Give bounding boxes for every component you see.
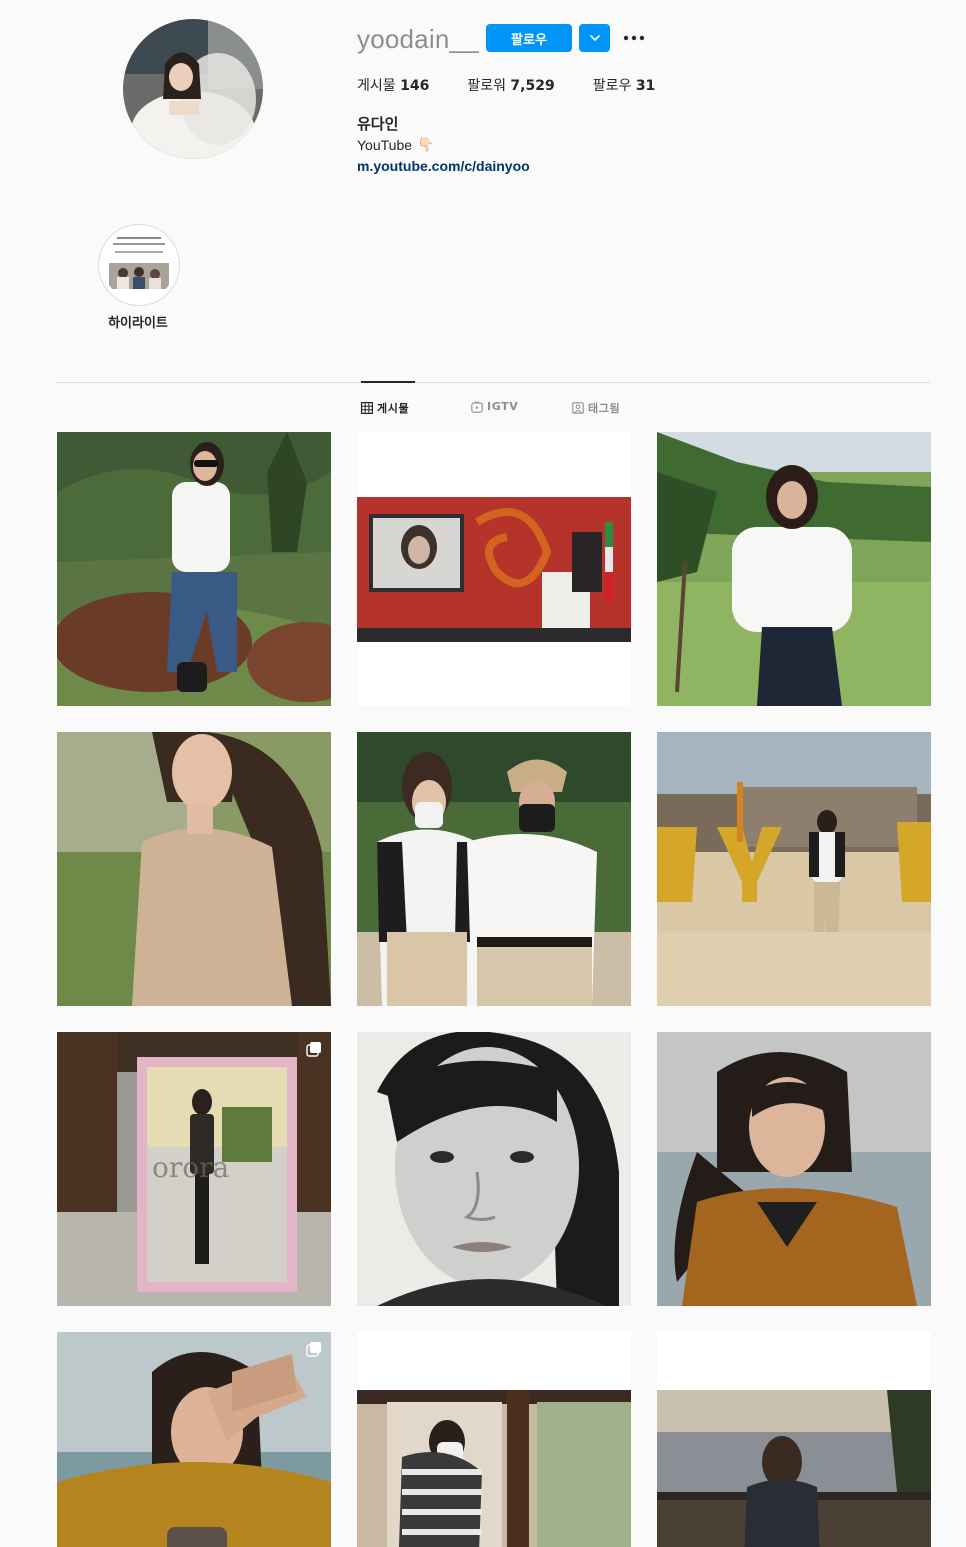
active-tab-indicator: [361, 381, 415, 383]
highlight-cover: [103, 229, 175, 301]
stat-label: 팔로우: [592, 78, 632, 94]
stat-value: 31: [635, 78, 656, 94]
post-thumbnail[interactable]: [57, 732, 331, 1006]
more-options-button[interactable]: [622, 26, 646, 50]
follow-button[interactable]: 팔로우: [486, 24, 572, 52]
post-thumbnail[interactable]: [657, 732, 931, 1006]
post-thumbnail[interactable]: [357, 732, 631, 1006]
profile-stats: 게시물 146 팔로워 7,529 팔로우 31: [357, 75, 655, 95]
post-thumbnail[interactable]: [657, 1032, 931, 1306]
more-dots-icon: [623, 35, 645, 41]
post-thumbnail[interactable]: [657, 432, 931, 706]
post-thumbnail[interactable]: [57, 432, 331, 706]
tab-label: 태그됨: [588, 402, 621, 415]
stat-label: 팔로워: [467, 78, 506, 94]
stat-value: 7,529: [510, 78, 555, 94]
tab-posts[interactable]: 게시물: [361, 400, 409, 416]
pointing-down-emoji: 👇🏻: [417, 136, 435, 152]
multiple-photos-icon: [306, 1042, 321, 1057]
highlight-label: 하이라이트: [108, 316, 168, 331]
stat-label: 게시물: [357, 78, 396, 94]
tabs-divider: [57, 382, 930, 383]
chevron-down-icon: [589, 35, 600, 42]
story-highlight[interactable]: [98, 224, 180, 306]
tagged-icon: [572, 402, 584, 414]
stat-posts: 게시물 146: [357, 75, 429, 95]
suggested-dropdown-button[interactable]: [579, 24, 610, 52]
post-thumbnail[interactable]: [357, 1032, 631, 1306]
post-thumbnail[interactable]: [57, 1332, 331, 1547]
multiple-photos-icon: [306, 1342, 321, 1357]
tab-label: IGTV: [487, 400, 519, 413]
igtv-icon: [471, 400, 483, 413]
profile-username: yoodain__: [357, 24, 479, 54]
stat-value: 146: [400, 78, 430, 94]
post-thumbnail[interactable]: orora: [57, 1032, 331, 1306]
profile-full-name: 유다인: [357, 115, 399, 133]
grid-icon: [361, 402, 373, 414]
post-thumbnail[interactable]: [657, 1332, 931, 1547]
tab-tagged[interactable]: 태그됨: [572, 400, 620, 416]
post-thumbnail[interactable]: [357, 1332, 631, 1547]
profile-bio: YouTube 👇🏻: [357, 136, 434, 153]
profile-external-link[interactable]: m.youtube.com/c/dainyoo: [357, 158, 530, 174]
tab-igtv[interactable]: IGTV: [471, 400, 518, 413]
bio-text: YouTube: [357, 136, 413, 153]
stat-following[interactable]: 팔로우 31: [593, 75, 656, 95]
post-thumbnail[interactable]: [357, 432, 631, 706]
svg-text:orora: orora: [152, 1151, 229, 1184]
profile-avatar[interactable]: [123, 19, 263, 159]
stat-followers[interactable]: 팔로워 7,529: [467, 75, 554, 95]
tab-label: 게시물: [377, 402, 410, 415]
